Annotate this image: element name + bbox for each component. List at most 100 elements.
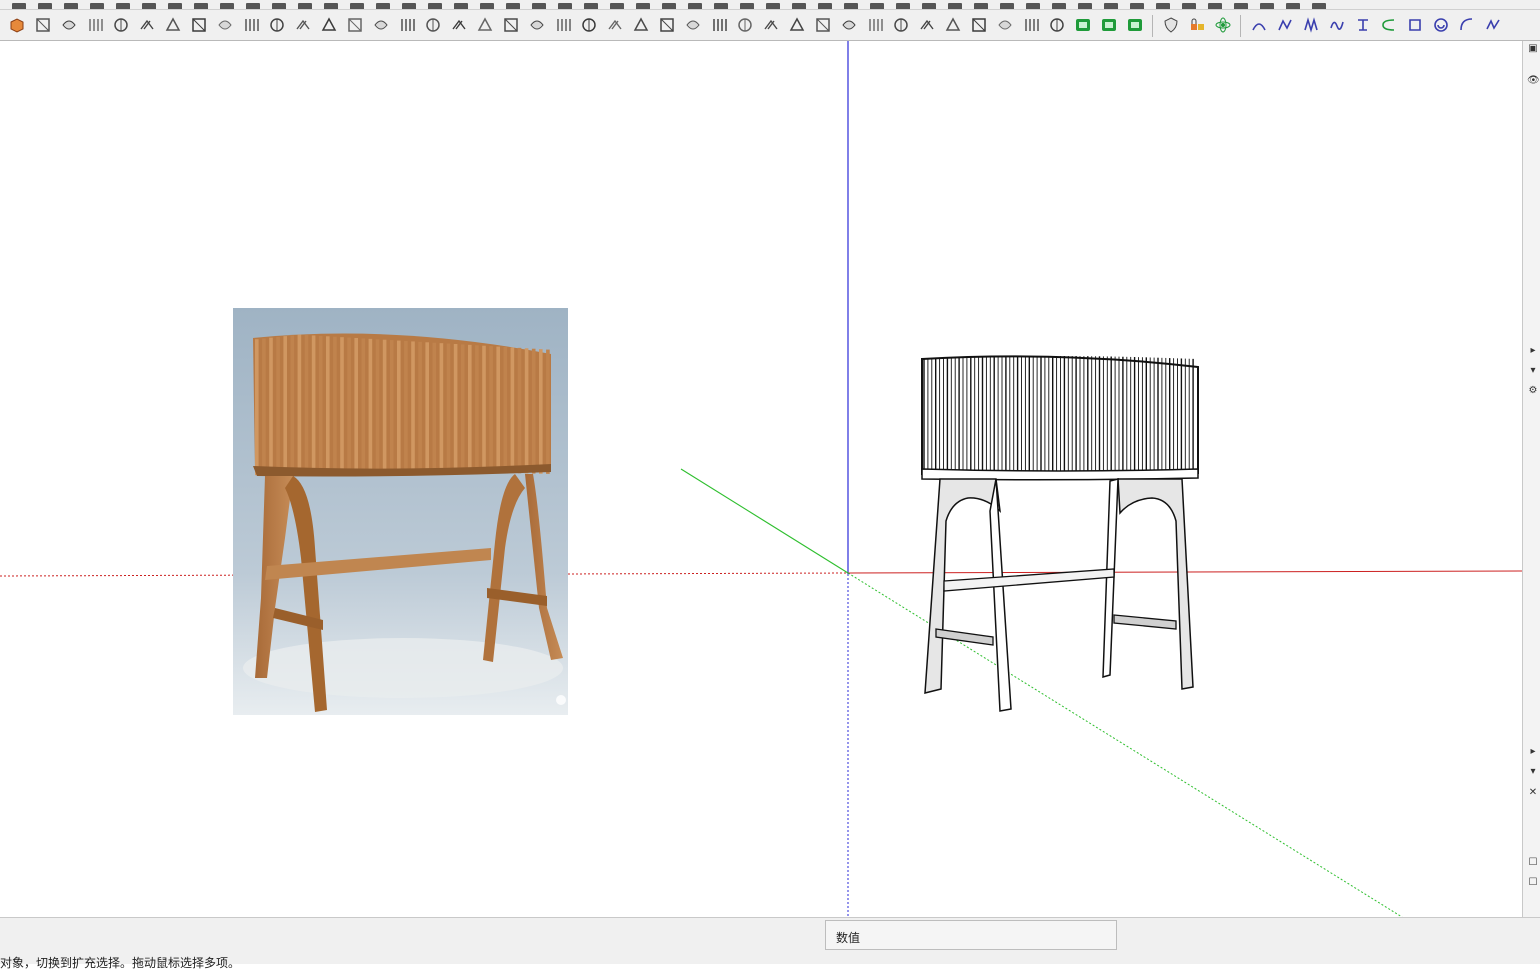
collapse-down-icon-2[interactable]: ▾ [1527,766,1539,778]
expand-right-icon-2[interactable]: ▸ [1527,746,1539,758]
fork-icon[interactable] [758,13,784,37]
ribbon-icon[interactable] [810,13,836,37]
collapse-down-icon[interactable]: ▾ [1527,365,1539,377]
components-icon[interactable] [1098,0,1124,9]
x-ray-icon[interactable] [916,0,942,9]
arc-icon[interactable] [110,0,136,9]
warehouse-icon[interactable] [1176,0,1202,9]
rotate-icon[interactable] [292,0,318,9]
3d-text-icon[interactable] [500,0,526,9]
bend-arrow-icon[interactable] [186,13,212,37]
styles-icon[interactable] [1020,0,1046,9]
cone-icon[interactable] [446,13,472,37]
shell-icon[interactable] [550,13,576,37]
slope-tool-icon[interactable] [368,13,394,37]
checkbox-icon-2[interactable]: ☐ [1527,877,1539,889]
gem-icon[interactable] [1018,13,1044,37]
shield-icon[interactable] [1158,13,1184,37]
circle-icon[interactable] [162,0,188,9]
extension-store-icon[interactable] [1202,0,1228,9]
section-plane-icon[interactable] [786,0,812,9]
curve-loop-icon[interactable] [160,13,186,37]
outliner-icon[interactable] [1124,0,1150,9]
stack-3d-icon[interactable] [56,13,82,37]
plane-stack-icon[interactable] [784,13,810,37]
solar-icon[interactable] [1254,0,1280,9]
bevel-icon[interactable] [602,13,628,37]
atom-icon[interactable] [1210,13,1236,37]
default-tray-strip[interactable]: ▣ 👁 ▸ ▾ ⚙ ▸ ▾ ✕ ☐ ☐ [1522,41,1540,917]
curve-bend-icon[interactable] [290,13,316,37]
curve-tool-icon[interactable] [394,13,420,37]
orbit-icon[interactable] [526,0,552,9]
shear-icon[interactable] [238,13,264,37]
split-icon[interactable] [1350,13,1376,37]
green-cube-icon[interactable] [1096,13,1122,37]
green-circle-icon[interactable] [1122,13,1148,37]
offset-curve-icon[interactable] [134,13,160,37]
spiral-circle-icon[interactable] [1428,13,1454,37]
close-icon[interactable]: ✕ [1527,787,1539,799]
shaded-icon[interactable] [812,0,838,9]
layers-icon[interactable] [1046,0,1072,9]
pattern-icon[interactable] [914,13,940,37]
expand-right-icon[interactable]: ▸ [1527,345,1539,357]
corner-tool-icon[interactable] [316,13,342,37]
scale-icon[interactable] [318,0,344,9]
box-red-icon[interactable] [4,13,30,37]
push-pull-icon[interactable] [214,0,240,9]
wireframe-icon[interactable] [838,0,864,9]
eraser-icon[interactable] [32,0,58,9]
lock-pair-icon[interactable] [1184,13,1210,37]
checkbox-icon[interactable]: ☐ [1527,857,1539,869]
grid-box-icon[interactable] [420,13,446,37]
hatch-icon[interactable] [888,13,914,37]
angle-tool-icon[interactable] [342,13,368,37]
walk-icon[interactable] [734,0,760,9]
next-view-icon[interactable] [682,0,708,9]
measurements-input[interactable] [956,925,1110,947]
zoom-icon[interactable] [578,0,604,9]
knot-icon[interactable] [264,13,290,37]
cube-3d-icon[interactable] [30,13,56,37]
text-icon[interactable] [448,0,474,9]
paint-bucket-icon[interactable] [6,0,32,9]
weave-icon[interactable] [732,13,758,37]
fog-icon[interactable] [994,0,1020,9]
fold-icon[interactable] [628,13,654,37]
look-around-icon[interactable] [760,0,786,9]
axes-icon[interactable] [474,0,500,9]
tray-tag-icon[interactable]: ▣ [1527,43,1539,55]
shingle-icon[interactable] [992,13,1018,37]
wave-icon[interactable] [1324,13,1350,37]
arc-mesh-icon[interactable] [576,13,602,37]
dimension-icon[interactable] [396,0,422,9]
column-array-icon[interactable] [498,13,524,37]
materials-icon[interactable] [1072,0,1098,9]
barrel-icon[interactable] [524,13,550,37]
zoom-window-icon[interactable] [604,0,630,9]
stair-icon[interactable] [654,13,680,37]
print-icon[interactable] [1306,0,1332,9]
drop-tool-icon[interactable] [706,13,732,37]
square-icon[interactable] [1402,13,1428,37]
sandbox-icon[interactable] [1228,0,1254,9]
scissor-line-icon[interactable] [82,13,108,37]
sweep-icon[interactable] [836,13,862,37]
back-edges-icon[interactable] [942,0,968,9]
arc-open-icon[interactable] [1454,13,1480,37]
curve-c-icon[interactable] [1376,13,1402,37]
measurements-box[interactable]: 数值 [825,920,1117,950]
pan-icon[interactable] [552,0,578,9]
layers-stack-icon[interactable] [940,13,966,37]
spring-icon[interactable] [1298,13,1324,37]
bezier-arc-icon[interactable] [1246,13,1272,37]
cabinet-model[interactable] [921,355,1199,712]
green-box-icon[interactable] [1070,13,1096,37]
arrow-group-icon[interactable] [1044,13,1070,37]
polygon-icon[interactable] [188,0,214,9]
follow-me-icon[interactable] [240,0,266,9]
previous-view-icon[interactable] [656,0,682,9]
eye-icon[interactable]: 👁 [1527,75,1540,87]
spiral-icon[interactable] [108,13,134,37]
